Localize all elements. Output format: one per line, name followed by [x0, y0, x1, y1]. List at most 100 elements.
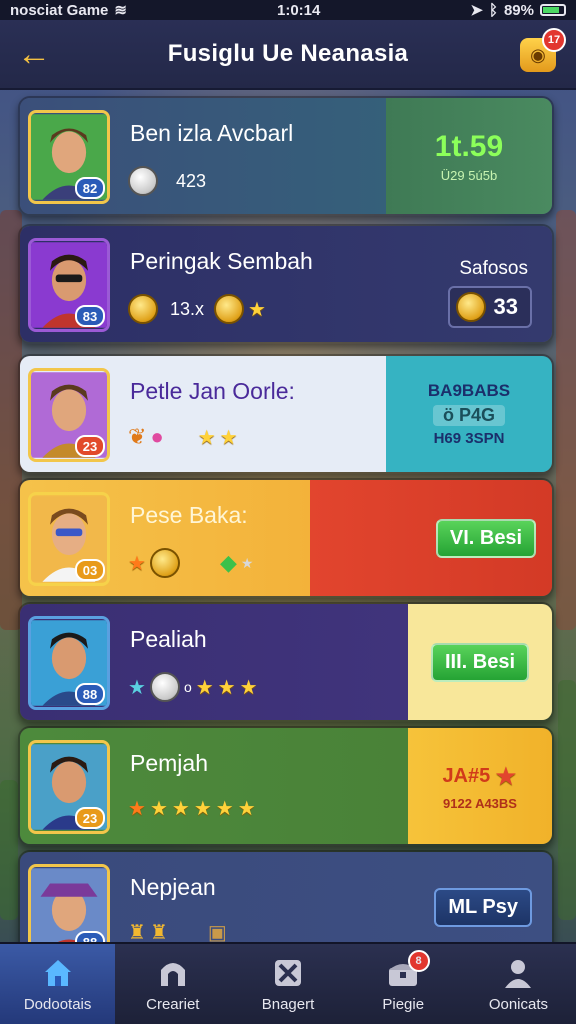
level-badge: 83: [75, 305, 105, 327]
player-card[interactable]: JA#5 ★ 9122 A43BS 23 Pemjah ★ ★ ★ ★ ★ ★: [18, 726, 554, 846]
player-name: Nepjean: [130, 874, 216, 900]
rank-line-2: ö P4G: [432, 405, 505, 426]
nav-item-person[interactable]: Oonicats: [461, 944, 576, 1024]
stat-value: 423: [176, 170, 207, 191]
player-card[interactable]: 1t.59 Ü29 5ú5b 82 Ben izla Avcbarl 423: [18, 96, 554, 216]
avatar: 03: [28, 492, 110, 586]
nav-item-tools[interactable]: Bnagert: [230, 944, 345, 1024]
status-time: 1:0:14: [276, 1, 321, 19]
home-icon: [41, 956, 75, 990]
reward-line-1: JA#5 ★: [442, 761, 517, 792]
medal-icon: [214, 294, 245, 324]
star-icon: ★: [149, 798, 168, 820]
location-icon: ➤: [470, 2, 483, 19]
star-icon: ★: [128, 676, 146, 699]
player-name: Peringak Sembah: [130, 248, 313, 274]
player-stats: ★ ★ ★ ★ ★ ★: [128, 796, 256, 821]
rank-button[interactable]: III. Besi: [430, 642, 530, 682]
score-subtext: Ü29 5ú5b: [440, 167, 498, 183]
player-card[interactable]: 83 Peringak Sembah 13.x ★ Safosos 33: [18, 224, 554, 344]
player-name: Pemjah: [130, 750, 208, 776]
nav-item-home[interactable]: Dodootais: [0, 944, 116, 1024]
player-card[interactable]: III. Besi 88 Pealiah ★ o ★ ★ ★: [18, 602, 554, 722]
player-card[interactable]: VI. Besi 03 Pese Baka: ★ ◆ ★: [18, 478, 554, 598]
rank-button[interactable]: VI. Besi: [435, 518, 537, 558]
player-stats: 423: [128, 166, 206, 196]
leaf-icon: ❦: [128, 424, 147, 449]
coin-icon: [149, 672, 180, 702]
star-icon: ★: [215, 798, 234, 820]
star-icon: ★: [494, 761, 518, 791]
background-tree: [558, 680, 576, 920]
nav-label: Bnagert: [261, 995, 315, 1013]
player-card[interactable]: BA9BABS ö P4G H69 3SPN 23 Petle Jan Oorl…: [18, 354, 554, 474]
level-badge: 23: [75, 435, 105, 457]
avatar: 23: [28, 740, 110, 834]
stat-value: 13.x: [170, 298, 205, 319]
stat-value: o: [183, 679, 192, 695]
star-icon: ★: [237, 798, 256, 820]
notification-badge: 8: [407, 950, 430, 972]
nav-label: Oonicats: [488, 995, 549, 1013]
nav-label: Creariet: [146, 995, 200, 1013]
player-name: Ben izla Avcbarl: [130, 120, 294, 146]
gem-icon: ◆: [219, 550, 237, 575]
reward-line-2: 9122 A43BS: [443, 796, 517, 811]
rank-line-3: H69 3SPN: [433, 430, 505, 447]
star-icon: ★: [193, 798, 212, 820]
header: ← Fusiglu Ue Neanasia ◉ 17: [0, 20, 576, 90]
status-carrier: nosciat Game: [10, 1, 109, 19]
player-name: Pealiah: [130, 626, 207, 652]
coin-icon: [128, 294, 158, 324]
star-icon: ★: [128, 552, 146, 575]
currency-value: 33: [493, 294, 518, 319]
player-name: Petle Jan Oorle:: [130, 378, 295, 404]
rank-line-1: BA9BABS: [427, 381, 511, 400]
star-icon: ★: [240, 554, 254, 571]
avatar: 82: [28, 110, 110, 204]
player-stats: ★ ◆ ★: [128, 548, 253, 578]
star-icon: ★: [219, 426, 238, 449]
player-stats: ★ o ★ ★ ★: [128, 672, 258, 702]
level-badge: 03: [75, 559, 105, 581]
star-icon: ★: [195, 676, 214, 699]
currency-label: Safosos: [459, 258, 528, 279]
gem-icon: ●: [150, 424, 164, 449]
score-value: 1t.59: [434, 129, 504, 163]
player-stats: ❦ ● ★ ★: [128, 424, 238, 450]
player-stats: 13.x ★: [128, 294, 266, 324]
tools-icon: [271, 956, 305, 990]
battery-percent: 89%: [503, 1, 534, 19]
coin-icon: [128, 166, 158, 196]
nav-label: Dodootais: [23, 995, 92, 1013]
page-title: Fusiglu Ue Neanasia: [167, 40, 409, 67]
gift-button[interactable]: ◉ 17: [520, 28, 566, 72]
notification-badge: 17: [542, 28, 566, 52]
nav-item-chest[interactable]: 8 Piegie: [346, 944, 461, 1024]
background-tree: [0, 780, 18, 920]
level-badge: 88: [75, 683, 105, 705]
level-badge: 82: [75, 177, 105, 199]
currency-pill: 33: [447, 286, 532, 328]
person-icon: [501, 956, 535, 990]
star-icon: ★: [248, 298, 266, 321]
bluetooth-icon: ᛒ: [488, 1, 498, 19]
star-icon: ★: [171, 798, 190, 820]
avatar: 83: [28, 238, 110, 332]
star-icon: ★: [128, 798, 146, 820]
rank-button[interactable]: ML Psy: [434, 888, 532, 927]
smiley-coin-icon: [149, 548, 180, 578]
star-icon: ★: [197, 426, 216, 449]
back-arrow-icon[interactable]: ←: [14, 34, 54, 74]
coin-icon: [455, 292, 486, 322]
status-bar: nosciat Game ≋ 1:0:14 ➤ ᛒ 89%: [0, 0, 576, 20]
reward-value: JA#5: [442, 765, 491, 787]
battery-icon: [540, 4, 566, 16]
player-name: Pese Baka:: [130, 502, 248, 528]
star-icon: ★: [239, 676, 258, 699]
nav-item-arch[interactable]: Creariet: [115, 944, 230, 1024]
avatar: 88: [28, 616, 110, 710]
nav-label: Piegie: [382, 995, 425, 1013]
bottom-nav: Dodootais Creariet Bnagert 8 Piegie Ooni…: [0, 942, 576, 1024]
wifi-icon: ≋: [114, 2, 127, 19]
